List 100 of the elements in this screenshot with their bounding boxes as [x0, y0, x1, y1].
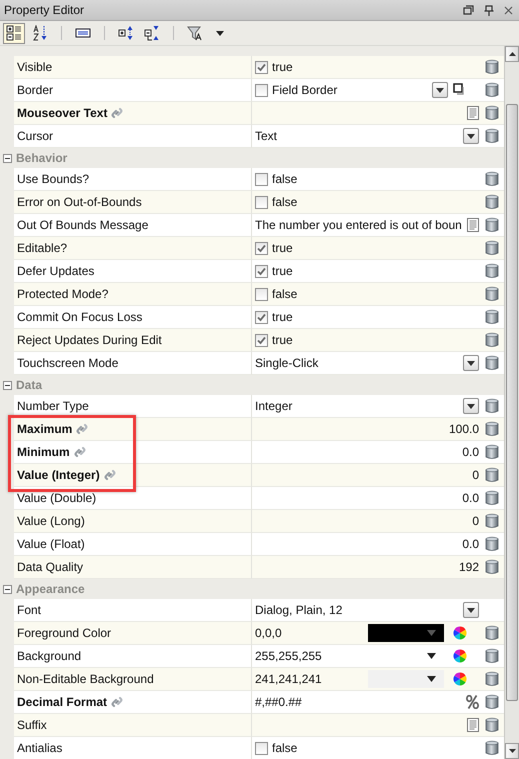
checkbox[interactable]: [255, 310, 268, 324]
property-name: Cursor: [17, 129, 54, 143]
property-row[interactable]: Defer Updates true: [14, 260, 504, 283]
property-row[interactable]: Foreground Color 0,0,0: [14, 622, 504, 645]
property-name: Out Of Bounds Message: [17, 218, 148, 232]
database-icon[interactable]: [485, 263, 499, 279]
property-value: true: [272, 333, 293, 347]
property-row[interactable]: Out Of Bounds Message The number you entered is out of boun: [14, 214, 504, 237]
categorized-button[interactable]: [3, 22, 25, 44]
restore-icon[interactable]: [463, 5, 474, 15]
color-swatch[interactable]: [368, 670, 444, 688]
property-row[interactable]: Commit On Focus Loss true: [14, 306, 504, 329]
property-row[interactable]: Maximum 100.0: [14, 418, 504, 441]
document-icon[interactable]: [467, 218, 479, 232]
database-icon[interactable]: [485, 355, 499, 371]
database-icon[interactable]: [485, 217, 499, 233]
database-icon[interactable]: [485, 671, 499, 687]
checkbox[interactable]: [255, 60, 268, 74]
scroll-up-button[interactable]: [505, 46, 519, 62]
caret-icon: [467, 608, 475, 612]
property-row[interactable]: Decimal Format #,##0.##: [14, 691, 504, 714]
scroll-down-button[interactable]: [505, 743, 519, 759]
scrollbar[interactable]: [504, 46, 519, 759]
color-swatch[interactable]: [368, 624, 444, 642]
database-icon[interactable]: [485, 444, 499, 460]
collapse-icon[interactable]: [3, 380, 12, 390]
property-row[interactable]: Suffix: [14, 714, 504, 737]
property-row[interactable]: Minimum 0.0: [14, 441, 504, 464]
scroll-thumb[interactable]: [506, 104, 518, 701]
document-icon[interactable]: [467, 718, 479, 732]
link-icon: [104, 469, 116, 481]
database-icon[interactable]: [485, 171, 499, 187]
dropdown-button[interactable]: [463, 355, 479, 371]
checkbox[interactable]: [255, 242, 268, 254]
checkbox[interactable]: [255, 172, 268, 186]
property-row[interactable]: Data Quality 192: [14, 556, 504, 579]
property-row[interactable]: Mouseover Text: [14, 102, 504, 125]
percent-icon[interactable]: [466, 695, 479, 709]
property-row[interactable]: Value (Double) 0.0: [14, 487, 504, 510]
color-wheel-icon[interactable]: [453, 672, 467, 686]
property-row[interactable]: Font Dialog, Plain, 12: [14, 599, 504, 622]
database-icon[interactable]: [485, 467, 499, 483]
caret-icon[interactable]: [216, 30, 224, 36]
property-row[interactable]: Reject Updates During Edit true: [14, 329, 504, 352]
database-icon[interactable]: [485, 490, 499, 506]
checkbox[interactable]: [255, 196, 268, 208]
database-icon[interactable]: [485, 513, 499, 529]
property-row[interactable]: Border Field Border: [14, 79, 504, 102]
dropdown-button[interactable]: [463, 398, 479, 414]
property-row[interactable]: Value (Long) 0: [14, 510, 504, 533]
color-wheel-icon[interactable]: [453, 649, 467, 663]
database-icon[interactable]: [485, 240, 499, 256]
checkbox[interactable]: [255, 742, 268, 754]
database-icon[interactable]: [485, 82, 499, 98]
property-row[interactable]: Background 255,255,255: [14, 645, 504, 668]
color-wheel-icon[interactable]: [453, 626, 467, 640]
property-row[interactable]: Visible true: [14, 56, 504, 79]
checkbox[interactable]: [255, 264, 268, 278]
property-row[interactable]: Error on Out-of-Bounds false: [14, 191, 504, 214]
property-row[interactable]: Value (Float) 0.0: [14, 533, 504, 556]
arrow-up-icon: [508, 52, 516, 56]
checkbox[interactable]: [255, 84, 268, 96]
property-row[interactable]: Editable? true: [14, 237, 504, 260]
database-icon[interactable]: [485, 105, 499, 121]
database-icon[interactable]: [485, 194, 499, 210]
property-row[interactable]: Touchscreen Mode Single-Click: [14, 352, 504, 375]
property-row[interactable]: Antialias false: [14, 737, 504, 759]
database-icon[interactable]: [485, 559, 499, 575]
database-icon[interactable]: [485, 536, 499, 552]
database-icon[interactable]: [485, 717, 499, 733]
property-row[interactable]: Cursor Text: [14, 125, 504, 148]
database-icon[interactable]: [485, 309, 499, 325]
dropdown-button[interactable]: [463, 602, 479, 618]
database-icon[interactable]: [485, 694, 499, 710]
collapse-icon[interactable]: [3, 154, 12, 162]
pin-icon[interactable]: [484, 4, 494, 16]
document-icon[interactable]: [467, 106, 479, 120]
checkbox[interactable]: [255, 334, 268, 346]
database-icon[interactable]: [485, 740, 499, 756]
collapse-icon[interactable]: [3, 584, 12, 594]
database-icon[interactable]: [485, 286, 499, 302]
database-icon[interactable]: [485, 648, 499, 664]
database-icon[interactable]: [485, 398, 499, 414]
property-row[interactable]: Value (Integer) 0: [14, 464, 504, 487]
property-row[interactable]: Non-Editable Background 241,241,241: [14, 668, 504, 691]
property-value: true: [272, 264, 293, 278]
checkbox[interactable]: [255, 288, 268, 300]
dropdown-button[interactable]: [432, 82, 448, 98]
property-name: Value (Integer): [17, 468, 100, 482]
close-icon[interactable]: [504, 6, 513, 14]
database-icon[interactable]: [485, 625, 499, 641]
database-icon[interactable]: [485, 59, 499, 75]
dropdown-button[interactable]: [463, 128, 479, 144]
property-row[interactable]: Use Bounds? false: [14, 168, 504, 191]
database-icon[interactable]: [485, 332, 499, 348]
property-value: 0: [472, 514, 479, 528]
database-icon[interactable]: [485, 421, 499, 437]
property-row[interactable]: Protected Mode? false: [14, 283, 504, 306]
property-row[interactable]: Number Type Integer: [14, 395, 504, 418]
database-icon[interactable]: [485, 128, 499, 144]
